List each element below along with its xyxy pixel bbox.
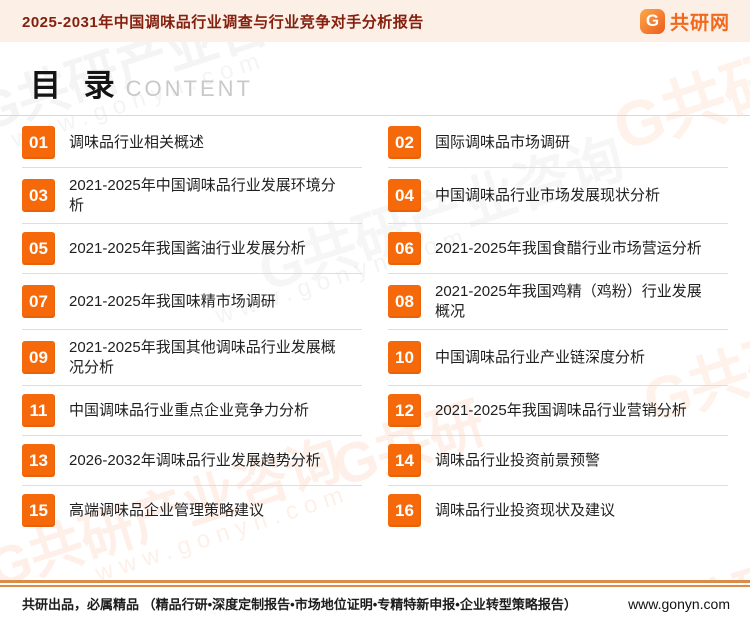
- toc-item-number-badge: 07: [22, 285, 55, 318]
- toc-item-label: 中国调味品行业重点企业竞争力分析: [69, 401, 310, 419]
- gonyn-logo-icon: G: [639, 8, 665, 34]
- toc-item-label: 2021-2025年我国其他调味品行业发展概况分析: [69, 339, 336, 376]
- toc-item-label: 2021-2025年我国调味品行业营销分析: [435, 401, 687, 419]
- toc-item-label: 2021-2025年我国食醋行业市场营运分析: [435, 239, 702, 257]
- toc-item-label: 调味品行业投资前景预警: [435, 451, 601, 469]
- toc-item-number-badge: 16: [388, 494, 421, 527]
- toc-item[interactable]: 06 2021-2025年我国食醋行业市场营运分析: [388, 224, 728, 274]
- toc-item[interactable]: 08 2021-2025年我国鸡精（鸡粉）行业发展概况: [388, 274, 728, 330]
- toc-item[interactable]: 11 中国调味品行业重点企业竞争力分析: [22, 386, 362, 436]
- toc-item-number-badge: 08: [388, 285, 421, 318]
- toc-item-label: 调味品行业相关概述: [69, 133, 205, 151]
- toc-item-label: 2021-2025年中国调味品行业发展环境分析: [69, 177, 336, 214]
- toc-item-label: 中国调味品行业产业链深度分析: [435, 348, 646, 366]
- toc-item-label: 2026-2032年调味品行业发展趋势分析: [69, 451, 321, 469]
- gonyn-logo[interactable]: G 共研网: [639, 8, 730, 35]
- toc-header: 目 录 CONTENT: [0, 60, 750, 116]
- toc-item[interactable]: 09 2021-2025年我国其他调味品行业发展概况分析: [22, 330, 362, 386]
- toc-title: 目 录: [30, 68, 122, 103]
- footer-row: 共研出品，必属精品 （精品行研•深度定制报告•市场地位证明•专精特新申报•企业转…: [0, 587, 750, 622]
- toc-item[interactable]: 04 中国调味品行业市场发展现状分析: [388, 168, 728, 224]
- toc-item[interactable]: 02 国际调味品市场调研: [388, 118, 728, 168]
- report-page: G共研产业咨询 www.gonyn.com G共研 G共研产业咨询 www.go…: [0, 0, 750, 622]
- toc-subtitle: CONTENT: [125, 76, 253, 101]
- toc-item-number-badge: 14: [388, 444, 421, 477]
- toc-item-label: 中国调味品行业市场发展现状分析: [435, 186, 661, 204]
- footer-slogan: 共研出品，必属精品 （精品行研•深度定制报告•市场地位证明•专精特新申报•企业转…: [22, 597, 577, 612]
- toc-item-label: 2021-2025年我国酱油行业发展分析: [69, 239, 306, 257]
- toc-item-number-badge: 03: [22, 179, 55, 212]
- toc-item-number-badge: 15: [22, 494, 55, 527]
- toc-item-number-badge: 11: [22, 394, 55, 427]
- toc-grid: 01 调味品行业相关概述 02 国际调味品市场调研 03 2021-2025年中国调味品行…: [0, 116, 750, 535]
- toc-item-label: 高端调味品企业管理策略建议: [69, 501, 265, 519]
- toc-item[interactable]: 13 2026-2032年调味品行业发展趋势分析: [22, 436, 362, 486]
- toc-item[interactable]: 01 调味品行业相关概述: [22, 118, 362, 168]
- toc-item[interactable]: 12 2021-2025年我国调味品行业营销分析: [388, 386, 728, 436]
- toc-item-number-badge: 10: [388, 341, 421, 374]
- toc-item-number-badge: 02: [388, 126, 421, 159]
- toc-item-number-badge: 01: [22, 126, 55, 159]
- report-title: 2025-2031年中国调味品行业调查与行业竞争对手分析报告: [22, 13, 424, 31]
- toc-item-number-badge: 05: [22, 232, 55, 265]
- toc-item-number-badge: 12: [388, 394, 421, 427]
- toc-item[interactable]: 10 中国调味品行业产业链深度分析: [388, 330, 728, 386]
- footer: 共研出品，必属精品 （精品行研•深度定制报告•市场地位证明•专精特新申报•企业转…: [0, 580, 750, 622]
- toc-item[interactable]: 14 调味品行业投资前景预警: [388, 436, 728, 486]
- toc-item[interactable]: 03 2021-2025年中国调味品行业发展环境分析: [22, 168, 362, 224]
- toc-item-number-badge: 06: [388, 232, 421, 265]
- toc-item-label: 调味品行业投资现状及建议: [435, 501, 616, 519]
- toc-item-number-badge: 04: [388, 179, 421, 212]
- toc-item-number-badge: 13: [22, 444, 55, 477]
- gonyn-logo-text: 共研网: [669, 12, 730, 34]
- toc-item[interactable]: 15 高端调味品企业管理策略建议: [22, 486, 362, 535]
- toc-item-label: 2021-2025年我国味精市场调研: [69, 292, 276, 310]
- footer-website-link[interactable]: www.gonyn.com: [628, 596, 730, 612]
- toc-item[interactable]: 07 2021-2025年我国味精市场调研: [22, 274, 362, 330]
- toc-item-label: 国际调味品市场调研: [435, 133, 571, 151]
- header-bar: 2025-2031年中国调味品行业调查与行业竞争对手分析报告 G 共研网: [0, 0, 750, 42]
- toc-item-label: 2021-2025年我国鸡精（鸡粉）行业发展概况: [435, 283, 702, 320]
- toc-item-number-badge: 09: [22, 341, 55, 374]
- toc-item[interactable]: 05 2021-2025年我国酱油行业发展分析: [22, 224, 362, 274]
- toc-item[interactable]: 16 调味品行业投资现状及建议: [388, 486, 728, 535]
